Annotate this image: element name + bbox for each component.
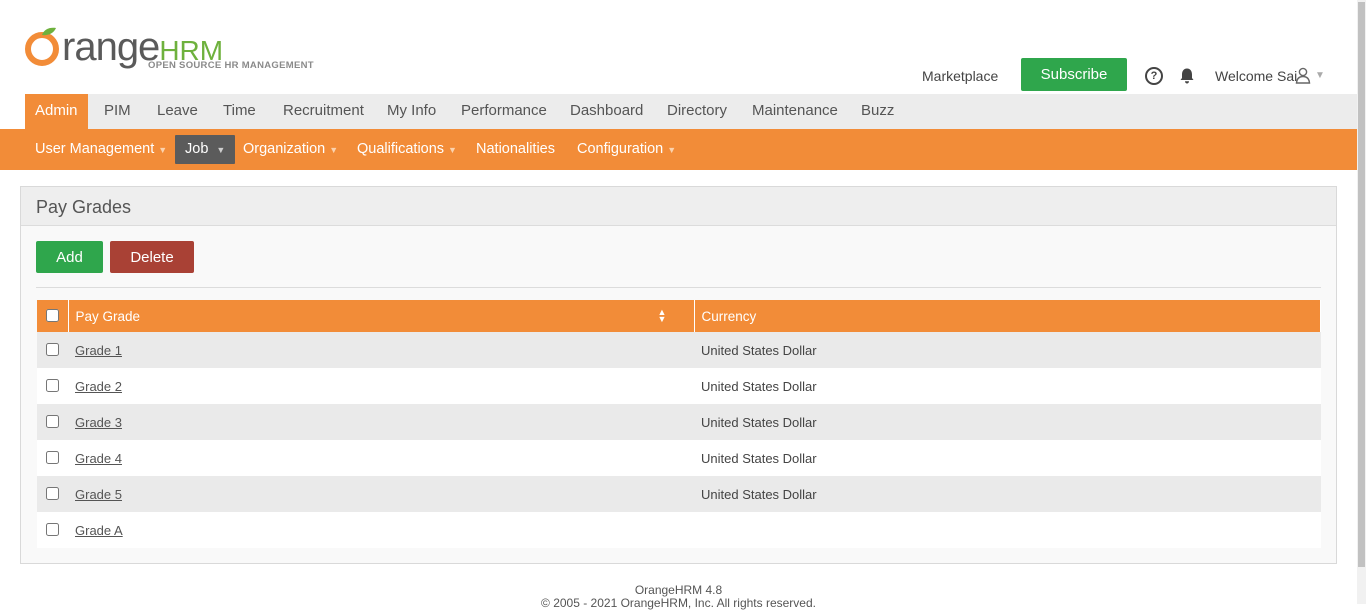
select-all-cell	[37, 300, 69, 332]
row-checkbox[interactable]	[46, 523, 59, 536]
pay-grades-panel: Pay Grades Add Delete Pay Grade ▲ ▼ Curren…	[20, 186, 1337, 564]
marketplace-link[interactable]: Marketplace	[922, 68, 998, 84]
caret-down-icon: ▼	[158, 145, 168, 155]
column-header-currency: Currency	[694, 300, 1321, 332]
sort-icon[interactable]: ▲ ▼	[658, 308, 667, 324]
user-icon[interactable]	[1294, 66, 1312, 84]
bell-icon[interactable]	[1178, 67, 1196, 85]
caret-down-icon: ▼	[216, 145, 226, 155]
pay-grade-link[interactable]: Grade 3	[75, 415, 122, 430]
page-scrollbar[interactable]	[1357, 0, 1366, 604]
brand-tagline: OPEN SOURCE HR MANAGEMENT	[148, 60, 314, 71]
table-row: Grade 5 United States Dollar	[37, 476, 1321, 512]
page-title: Pay Grades	[36, 197, 132, 217]
delete-button[interactable]: Delete	[110, 241, 194, 273]
tab-performance[interactable]: Performance	[451, 94, 557, 129]
admin-submenu: User Management ▼ Job ▼ Organization ▼ Qual…	[0, 129, 1357, 170]
tab-pim[interactable]: PIM	[94, 94, 141, 129]
currency-cell: United States Dollar	[701, 414, 817, 430]
caret-down-icon: ▼	[329, 145, 339, 155]
pay-grade-link[interactable]: Grade A	[75, 523, 123, 538]
scrollbar-thumb[interactable]	[1358, 2, 1365, 567]
tab-time[interactable]: Time	[213, 94, 266, 129]
add-button[interactable]: Add	[36, 241, 103, 273]
tab-buzz[interactable]: Buzz	[851, 94, 904, 129]
submenu-qualifications[interactable]: Qualifications ▼	[357, 129, 457, 170]
currency-cell: United States Dollar	[701, 450, 817, 466]
pay-grade-link[interactable]: Grade 4	[75, 451, 122, 466]
pay-grade-link[interactable]: Grade 1	[75, 343, 122, 358]
currency-cell: United States Dollar	[701, 486, 817, 502]
pay-grade-link[interactable]: Grade 2	[75, 379, 122, 394]
help-icon[interactable]: ?	[1145, 67, 1163, 85]
tab-my-info[interactable]: My Info	[377, 94, 446, 129]
tab-recruitment[interactable]: Recruitment	[273, 94, 374, 129]
caret-down-icon: ▼	[448, 145, 457, 155]
currency-cell: United States Dollar	[701, 342, 817, 358]
divider	[36, 287, 1321, 288]
caret-down-icon: ▼	[667, 145, 677, 155]
currency-cell	[694, 512, 1321, 548]
table-row: Grade 1 United States Dollar	[37, 332, 1321, 368]
chevron-down-icon[interactable]: ▼	[1315, 70, 1325, 81]
row-checkbox[interactable]	[46, 451, 59, 464]
currency-cell: United States Dollar	[701, 378, 817, 394]
row-checkbox[interactable]	[46, 415, 59, 428]
tab-admin[interactable]: Admin	[25, 94, 88, 129]
submenu-job[interactable]: Job ▼	[175, 135, 236, 164]
select-all-checkbox[interactable]	[45, 309, 59, 322]
row-checkbox[interactable]	[46, 379, 59, 392]
submenu-nationalities[interactable]: Nationalities	[476, 129, 555, 170]
subscribe-button[interactable]: Subscribe	[1021, 58, 1127, 91]
column-header-pay-grade[interactable]: Pay Grade ▲ ▼	[68, 300, 695, 332]
table-row: Grade 4 United States Dollar	[37, 440, 1321, 476]
orange-logo-icon	[25, 27, 59, 66]
main-menu: Admin PIM Leave Time Recruitment My Info…	[25, 94, 1357, 129]
table-row: Grade 3 United States Dollar	[37, 404, 1321, 440]
table-row: Grade A	[37, 512, 1321, 548]
submenu-organization[interactable]: Organization ▼	[243, 129, 338, 170]
table-header-row: Pay Grade ▲ ▼ Currency	[37, 300, 1321, 332]
submenu-configuration[interactable]: Configuration ▼	[577, 129, 676, 170]
row-checkbox[interactable]	[46, 487, 59, 500]
table-row: Grade 2 United States Dollar	[37, 368, 1321, 404]
header: rangeHRM OPEN SOURCE HR MANAGEMENT Marke…	[0, 0, 1357, 94]
pay-grades-table: Pay Grade ▲ ▼ Currency Grade 1 United Stat…	[37, 300, 1321, 548]
tab-directory[interactable]: Directory	[657, 94, 737, 129]
welcome-user[interactable]: Welcome Sai	[1215, 68, 1297, 84]
tab-dashboard[interactable]: Dashboard	[560, 94, 653, 129]
submenu-user-management[interactable]: User Management ▼	[35, 129, 167, 170]
orangehrm-logo[interactable]: rangeHRM OPEN SOURCE HR MANAGEMENT	[24, 13, 314, 73]
panel-header	[21, 187, 1336, 226]
row-checkbox[interactable]	[46, 343, 59, 356]
tab-leave[interactable]: Leave	[147, 94, 208, 129]
footer: OrangeHRM 4.8 © 2005 - 2021 OrangeHRM, I…	[0, 584, 1357, 610]
pay-grade-link[interactable]: Grade 5	[75, 487, 122, 502]
tab-maintenance[interactable]: Maintenance	[742, 94, 848, 129]
